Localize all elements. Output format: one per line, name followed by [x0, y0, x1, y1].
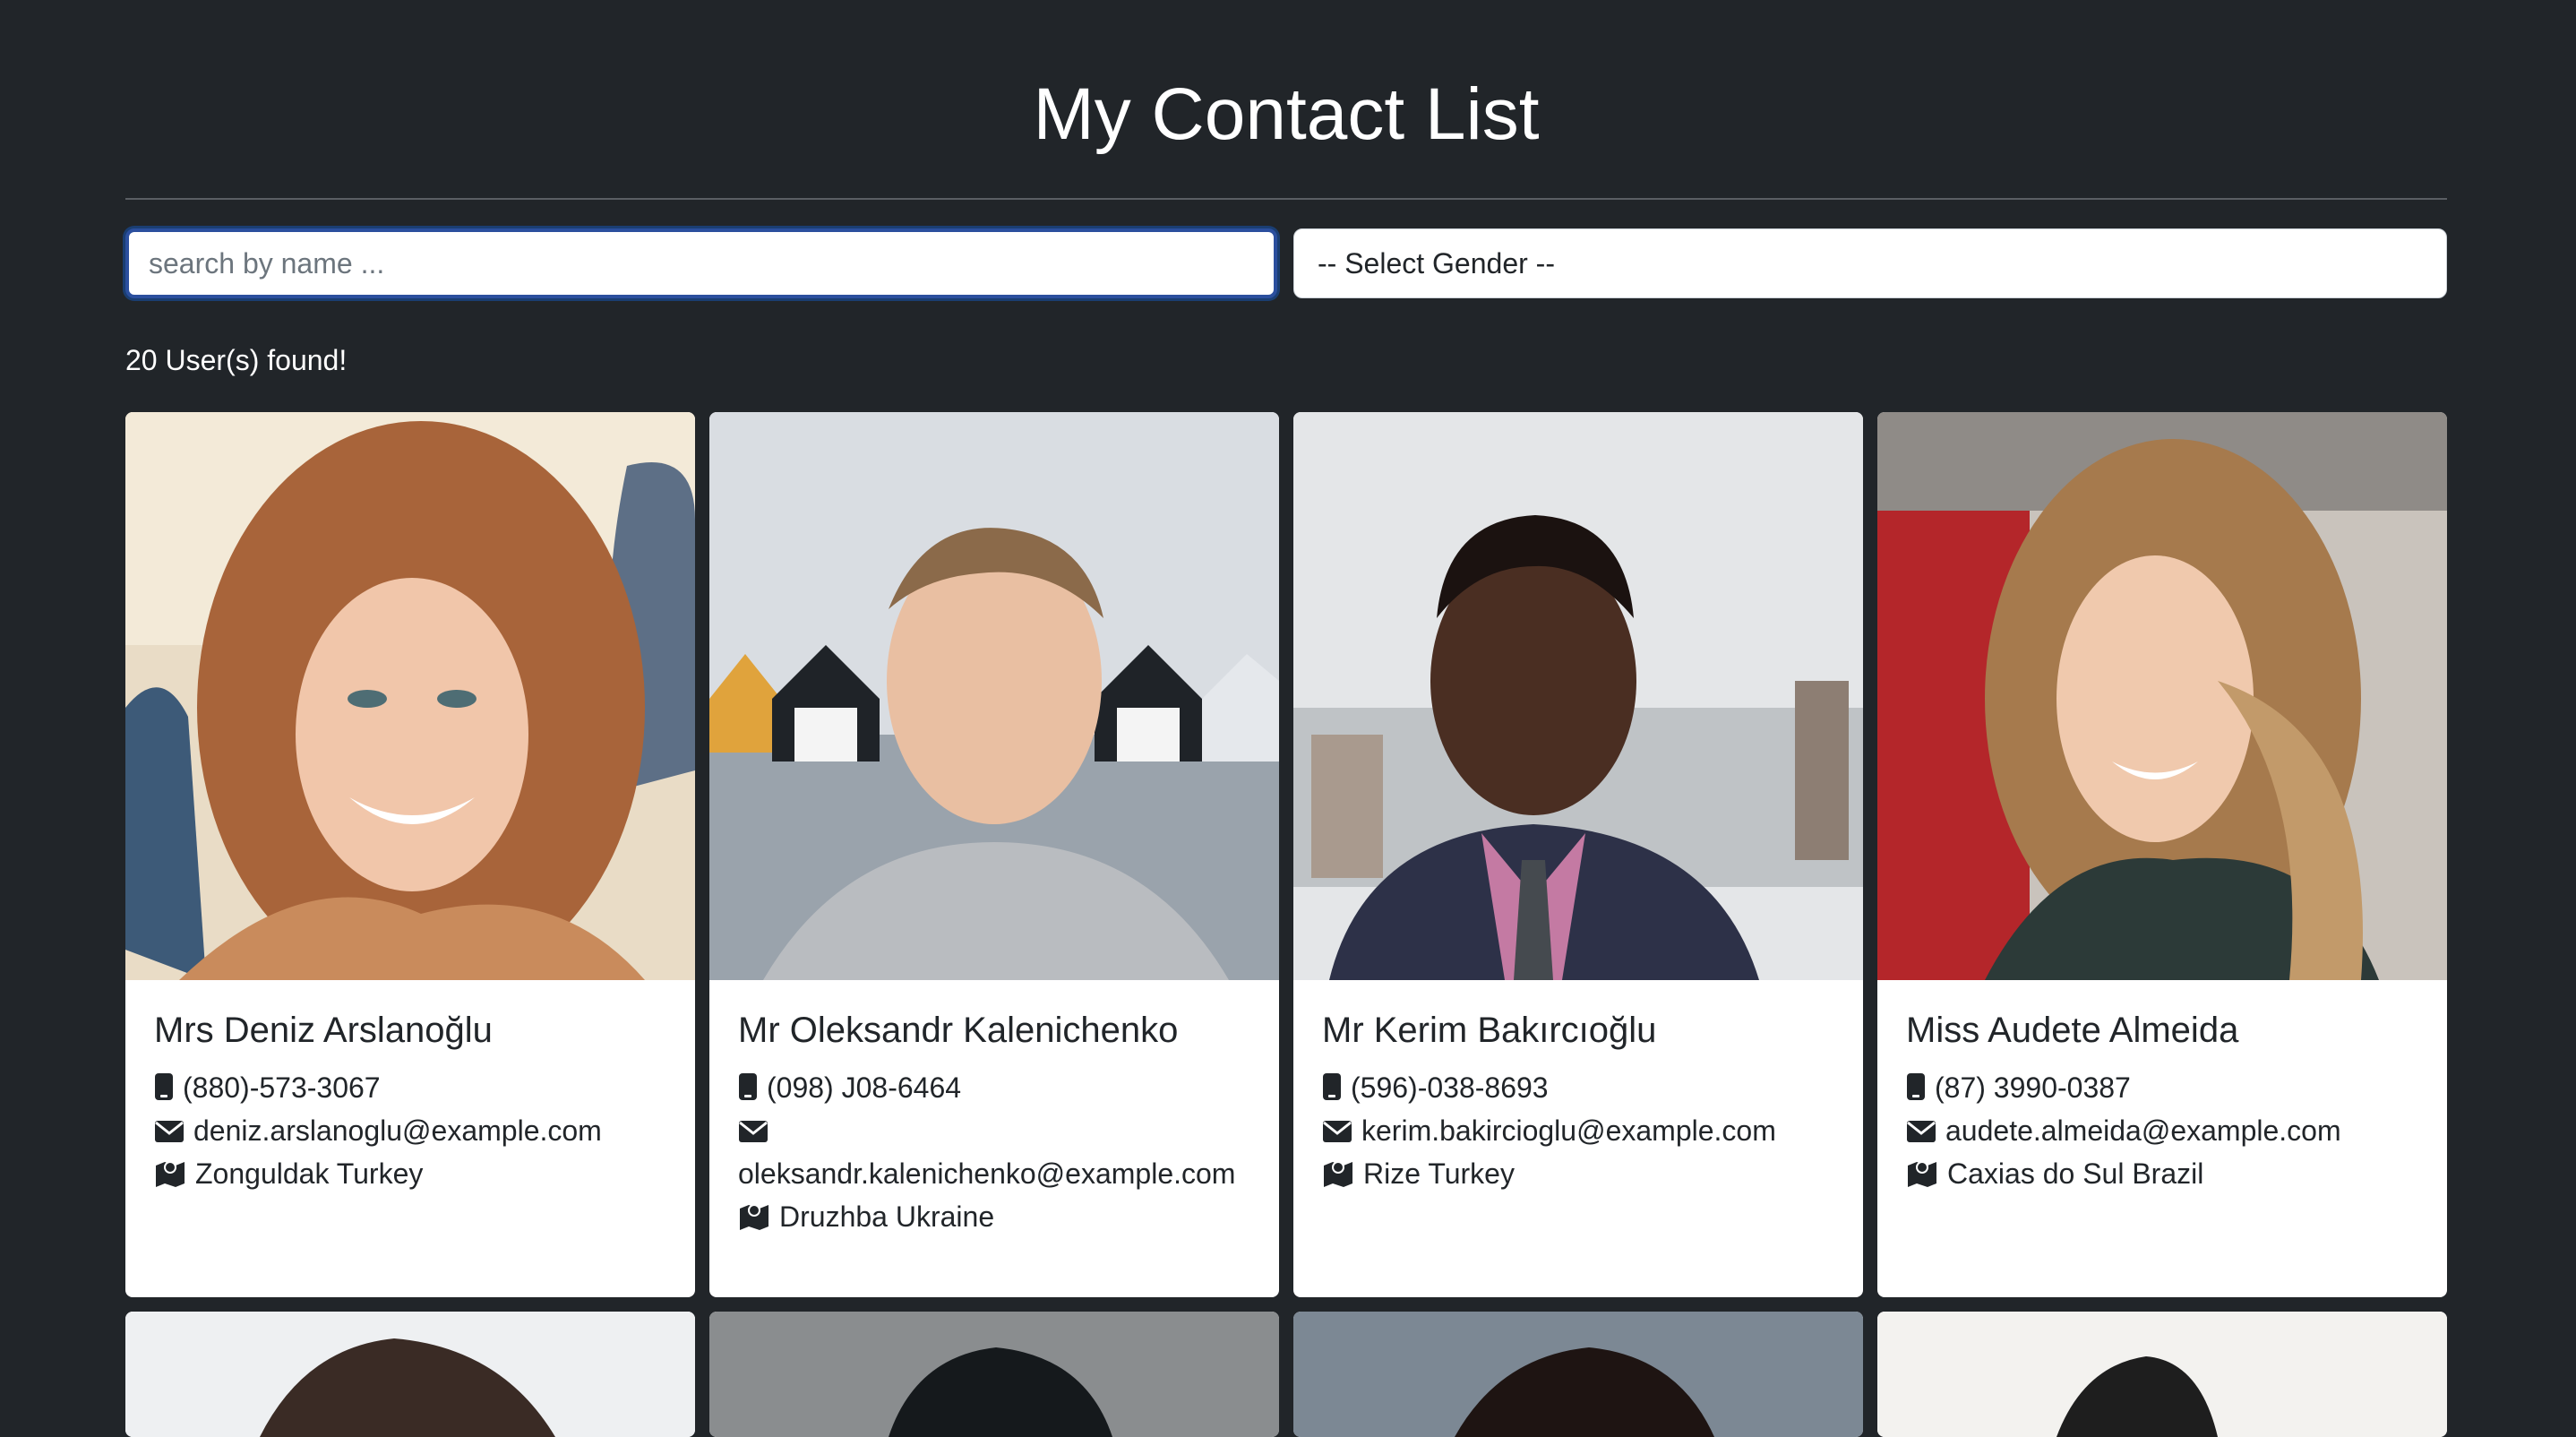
- contact-location: Rize Turkey: [1322, 1152, 1834, 1195]
- app-container: My Contact List -- Select Gender -- 20 U…: [125, 0, 2447, 1437]
- contact-card[interactable]: Miss Audete Almeida (87) 3990-0387 audet…: [1877, 412, 2447, 1297]
- contact-photo: [709, 412, 1279, 980]
- contact-photo: [1877, 412, 2447, 980]
- contact-location: Druzhba Ukraine: [738, 1195, 1250, 1238]
- contact-phone: (87) 3990-0387: [1906, 1066, 2418, 1109]
- page-title: My Contact List: [1033, 73, 1540, 155]
- header-divider: [125, 198, 2447, 200]
- envelope-icon: [155, 1121, 184, 1142]
- contact-email: oleksandr.kalenichenko@example.com: [738, 1109, 1250, 1195]
- contact-phone-text: (880)-573-3067: [183, 1071, 381, 1104]
- contact-photo: [125, 1312, 695, 1437]
- mobile-phone-icon: [1907, 1073, 1925, 1100]
- envelope-icon: [739, 1121, 768, 1142]
- contact-email: kerim.bakircioglu@example.com: [1322, 1109, 1834, 1152]
- contact-name: Mr Kerim Bakırcıoğlu: [1322, 1011, 1657, 1050]
- contact-phone-text: (87) 3990-0387: [1935, 1071, 2131, 1104]
- contact-email-text: audete.almeida@example.com: [1945, 1114, 2341, 1147]
- contact-location-text: Rize Turkey: [1363, 1157, 1515, 1190]
- map-icon: [156, 1161, 185, 1187]
- contact-email: deniz.arslanoglu@example.com: [154, 1109, 666, 1152]
- map-icon: [1908, 1161, 1936, 1187]
- contact-name: Miss Audete Almeida: [1906, 1011, 2239, 1050]
- map-icon: [1324, 1161, 1352, 1187]
- contact-phone-text: (098) J08-6464: [767, 1071, 962, 1104]
- contact-card[interactable]: [1877, 1312, 2447, 1437]
- contact-location-text: Caxias do Sul Brazil: [1947, 1157, 2204, 1190]
- contact-phone: (596)-038-8693: [1322, 1066, 1834, 1109]
- contact-location-text: Zonguldak Turkey: [195, 1157, 424, 1190]
- contact-location: Caxias do Sul Brazil: [1906, 1152, 2418, 1195]
- envelope-icon: [1907, 1121, 1936, 1142]
- gender-select[interactable]: -- Select Gender --: [1293, 228, 2447, 298]
- mobile-phone-icon: [1323, 1073, 1341, 1100]
- mobile-phone-icon: [739, 1073, 757, 1100]
- contact-phone-text: (596)-038-8693: [1351, 1071, 1549, 1104]
- contact-email-text: deniz.arslanoglu@example.com: [193, 1114, 602, 1147]
- map-icon: [740, 1204, 769, 1230]
- mobile-phone-icon: [155, 1073, 173, 1100]
- contact-card[interactable]: [709, 1312, 1279, 1437]
- contact-phone: (880)-573-3067: [154, 1066, 666, 1109]
- contact-card[interactable]: Mr Kerim Bakırcıoğlu (596)-038-8693 keri…: [1293, 412, 1863, 1297]
- contact-email-text: oleksandr.kalenichenko@example.com: [738, 1157, 1236, 1190]
- search-input[interactable]: [125, 228, 1277, 298]
- contact-email-text: kerim.bakircioglu@example.com: [1361, 1114, 1776, 1147]
- contact-name: Mrs Deniz Arslanoğlu: [154, 1011, 493, 1050]
- contact-photo: [709, 1312, 1279, 1437]
- contact-photo: [1293, 1312, 1863, 1437]
- contact-card[interactable]: Mrs Deniz Arslanoğlu (880)-573-3067 deni…: [125, 412, 695, 1297]
- contact-photo: [125, 412, 695, 980]
- contact-photo: [1293, 412, 1863, 980]
- contact-photo: [1877, 1312, 2447, 1437]
- contact-card[interactable]: [125, 1312, 695, 1437]
- contact-email: audete.almeida@example.com: [1906, 1109, 2418, 1152]
- contact-card[interactable]: Mr Oleksandr Kalenichenko (098) J08-6464…: [709, 412, 1279, 1297]
- contact-phone: (098) J08-6464: [738, 1066, 1250, 1109]
- contact-name: Mr Oleksandr Kalenichenko: [738, 1011, 1179, 1050]
- results-count: 20 User(s) found!: [125, 344, 348, 376]
- contact-card[interactable]: [1293, 1312, 1863, 1437]
- contact-location: Zonguldak Turkey: [154, 1152, 666, 1195]
- contact-location-text: Druzhba Ukraine: [779, 1200, 995, 1233]
- envelope-icon: [1323, 1121, 1352, 1142]
- filter-bar: -- Select Gender --: [125, 228, 2447, 298]
